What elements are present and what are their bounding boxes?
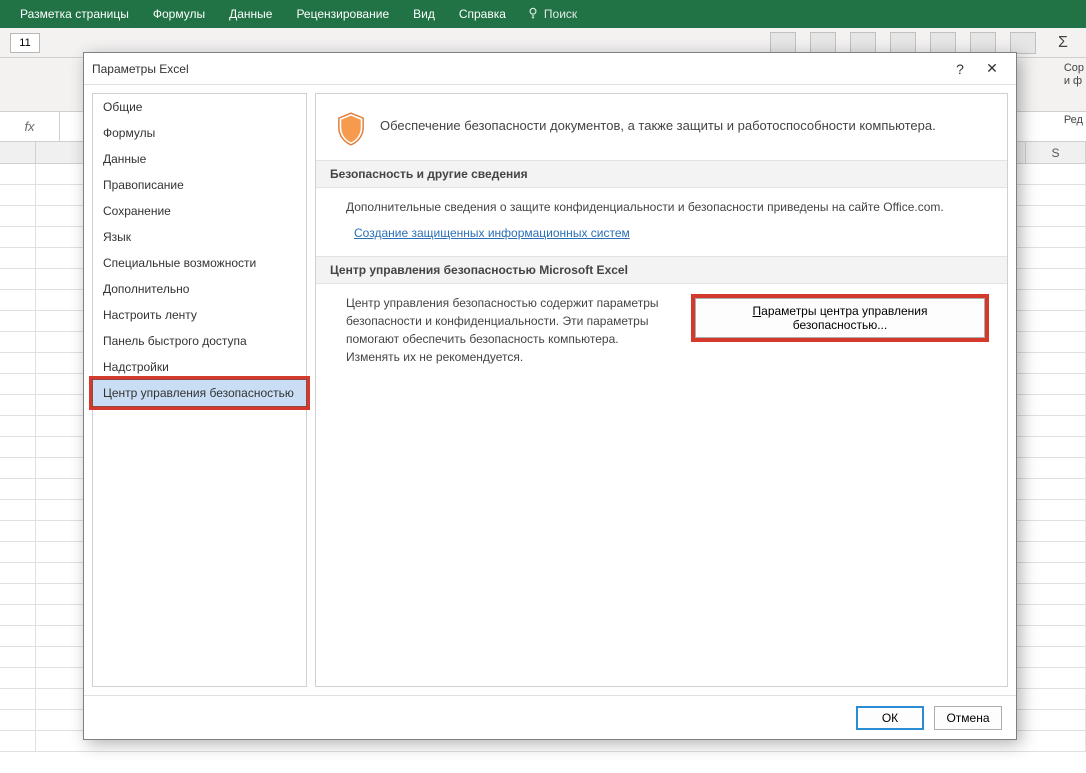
dialog-title: Параметры Excel: [92, 62, 944, 76]
link-trusted-systems[interactable]: Создание защищенных информационных систе…: [354, 224, 630, 242]
annotation-highlight: Параметры центра управления безопасность…: [691, 294, 989, 342]
dialog-titlebar: Параметры Excel ? ✕: [84, 53, 1016, 85]
hero-row: Обеспечение безопасности документов, а т…: [316, 94, 1007, 160]
section-header-security-info: Безопасность и другие сведения: [316, 160, 1007, 188]
sidebar-item-language[interactable]: Язык: [93, 224, 306, 250]
annotation-highlight: Центр управления безопасностью: [89, 376, 310, 410]
hero-text: Обеспечение безопасности документов, а т…: [380, 112, 936, 133]
sidebar-item-trust-center[interactable]: Центр управления безопасностью: [93, 380, 306, 406]
sidebar-item-formulas[interactable]: Формулы: [93, 120, 306, 146]
column-header[interactable]: S: [1026, 142, 1086, 163]
excel-options-dialog: Параметры Excel ? ✕ Общие Формулы Данные…: [83, 52, 1017, 740]
dialog-close-button[interactable]: ✕: [976, 53, 1008, 85]
sidebar-item-data[interactable]: Данные: [93, 146, 306, 172]
trust-center-description: Центр управления безопасностью содержит …: [346, 294, 673, 366]
ribbon-tab-page-layout[interactable]: Разметка страницы: [8, 0, 141, 28]
ribbon-group-icon[interactable]: [770, 32, 796, 54]
ribbon-right-labels: Сор и ф Ред: [1064, 62, 1084, 127]
ribbon-tab-formulas[interactable]: Формулы: [141, 0, 217, 28]
section-header-trust-center: Центр управления безопасностью Microsoft…: [316, 256, 1007, 284]
trust-center-settings-button[interactable]: Параметры центра управления безопасность…: [695, 298, 985, 338]
dialog-button-bar: ОК Отмена: [84, 695, 1016, 739]
sidebar-item-accessibility[interactable]: Специальные возможности: [93, 250, 306, 276]
sidebar-item-advanced[interactable]: Дополнительно: [93, 276, 306, 302]
sidebar-item-save[interactable]: Сохранение: [93, 198, 306, 224]
ribbon-tab-help[interactable]: Справка: [447, 0, 518, 28]
column-header[interactable]: [36, 142, 84, 163]
sidebar-item-general[interactable]: Общие: [93, 94, 306, 120]
lightbulb-icon: [526, 6, 540, 23]
ribbon-group-icon[interactable]: [810, 32, 836, 54]
sidebar-item-proofing[interactable]: Правописание: [93, 172, 306, 198]
cancel-button[interactable]: Отмена: [934, 706, 1002, 730]
dialog-help-button[interactable]: ?: [944, 53, 976, 85]
ribbon-search[interactable]: Поиск: [526, 6, 577, 23]
ribbon-tab-view[interactable]: Вид: [401, 0, 447, 28]
ok-button[interactable]: ОК: [856, 706, 924, 730]
autosum-icon[interactable]: Σ: [1050, 32, 1076, 54]
options-sidebar: Общие Формулы Данные Правописание Сохран…: [92, 93, 307, 687]
ribbon-search-label: Поиск: [544, 7, 577, 21]
section-body-trust-center: Центр управления безопасностью содержит …: [316, 284, 1007, 380]
fx-icon[interactable]: fx: [0, 112, 60, 141]
sidebar-item-quick-access[interactable]: Панель быстрого доступа: [93, 328, 306, 354]
section-body-security-info: Дополнительные сведения о защите конфиде…: [316, 188, 1007, 256]
ribbon-group-icon[interactable]: [850, 32, 876, 54]
ribbon-tab-review[interactable]: Рецензирование: [284, 0, 401, 28]
ribbon-tab-data[interactable]: Данные: [217, 0, 284, 28]
options-main-panel: Обеспечение безопасности документов, а т…: [315, 93, 1008, 687]
shield-icon: [336, 112, 366, 146]
sidebar-item-customize-ribbon[interactable]: Настроить ленту: [93, 302, 306, 328]
ribbon-tabs: Разметка страницы Формулы Данные Рецензи…: [0, 0, 1086, 28]
ribbon-group-icon[interactable]: [1010, 32, 1036, 54]
select-all-corner[interactable]: [0, 142, 36, 163]
ribbon-group-icon[interactable]: [890, 32, 916, 54]
security-info-text: Дополнительные сведения о защите конфиде…: [346, 198, 989, 216]
font-size-input[interactable]: 11: [10, 33, 40, 53]
ribbon-group-icon[interactable]: [970, 32, 996, 54]
ribbon-group-icon[interactable]: [930, 32, 956, 54]
